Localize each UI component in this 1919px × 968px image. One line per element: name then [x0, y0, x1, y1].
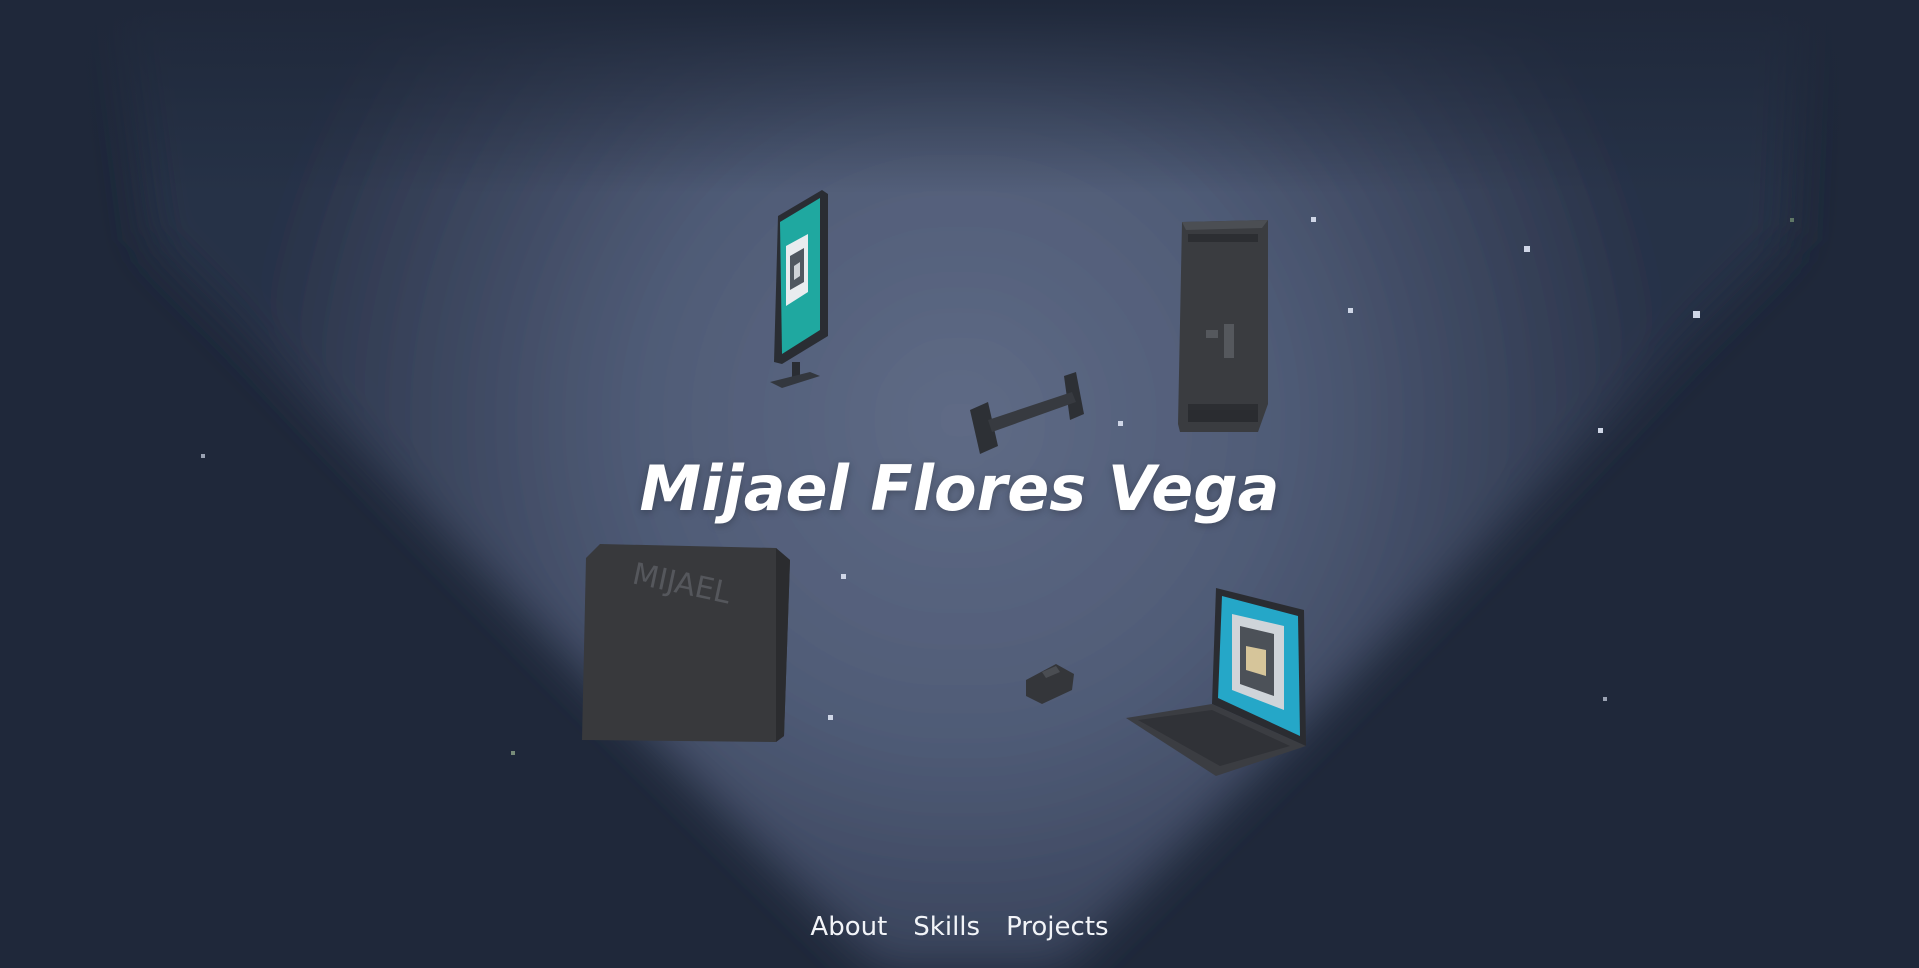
server-rack-icon — [1178, 220, 1268, 432]
box-icon: MIJAEL — [582, 544, 790, 742]
laptop-icon — [1126, 588, 1306, 776]
hero-title: Mijael Flores Vega — [639, 452, 1280, 525]
star — [1118, 421, 1123, 426]
star — [1693, 311, 1700, 318]
hero-scene: MIJAEL Mijael Flores Vega About Skills P… — [0, 0, 1919, 968]
star — [1348, 308, 1353, 313]
star — [1603, 697, 1607, 701]
bottom-nav: About Skills Projects — [0, 912, 1919, 942]
star — [841, 574, 846, 579]
nav-link-about[interactable]: About — [810, 912, 887, 942]
star — [1598, 428, 1603, 433]
star — [828, 715, 833, 720]
star — [1790, 218, 1794, 222]
mouse-icon — [1026, 664, 1074, 704]
nav-link-skills[interactable]: Skills — [913, 912, 980, 942]
nav-link-projects[interactable]: Projects — [1006, 912, 1109, 942]
star — [511, 751, 515, 755]
dumbbell-icon — [970, 372, 1084, 454]
monitor-icon — [770, 190, 828, 388]
star — [1524, 246, 1530, 252]
star — [1311, 217, 1316, 222]
